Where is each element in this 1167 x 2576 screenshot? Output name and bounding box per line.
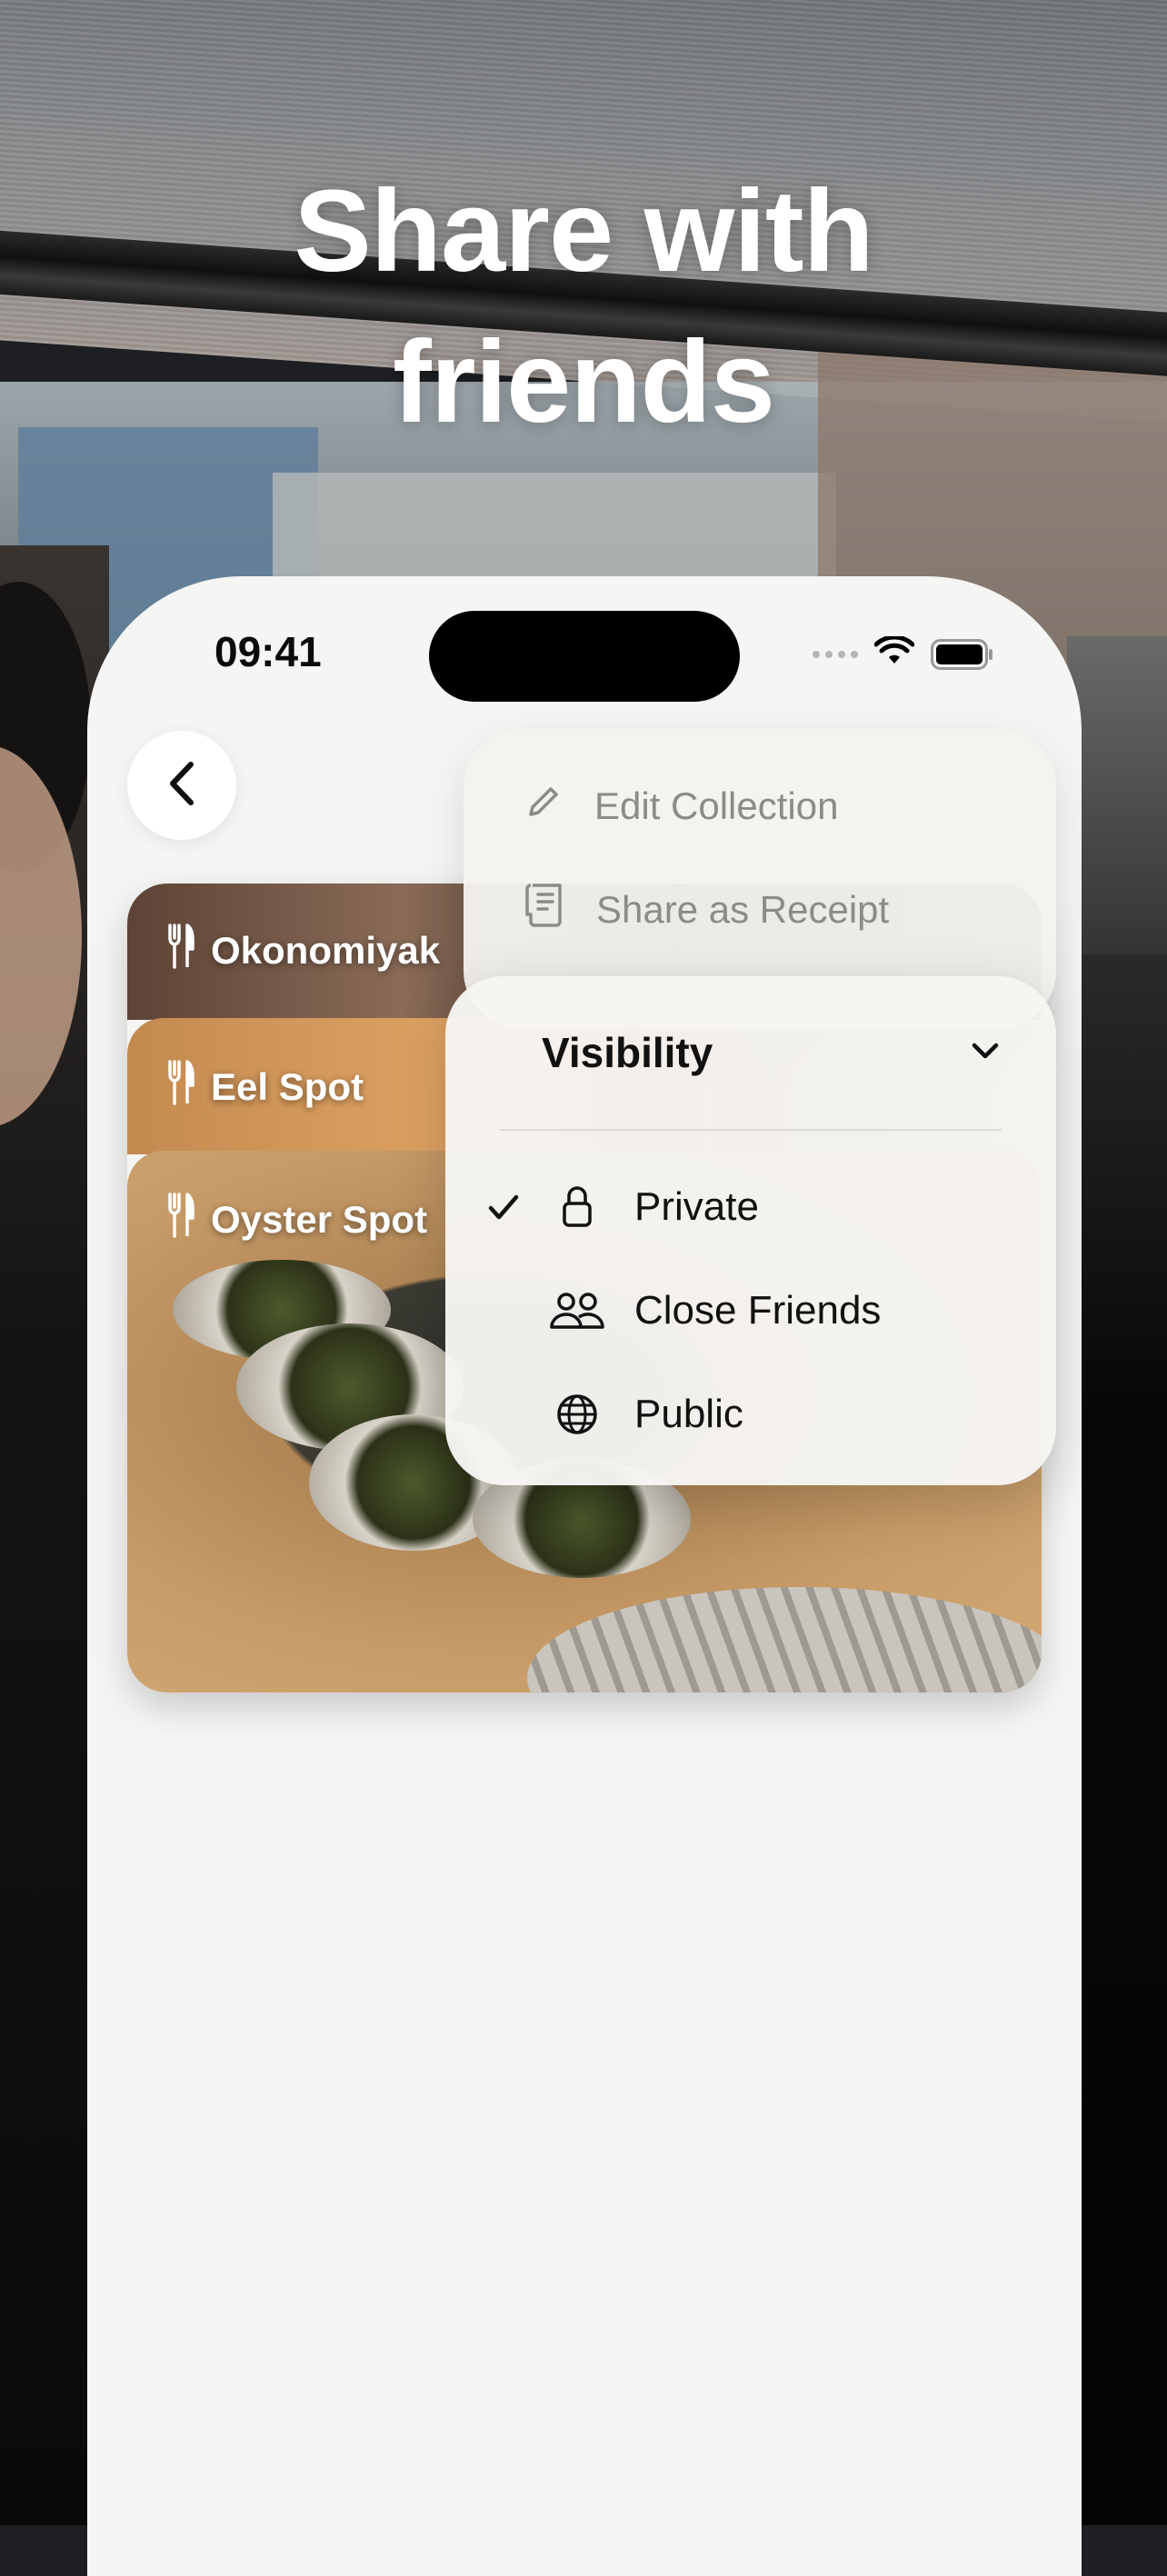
card-title-text: Okonomiyak — [211, 929, 441, 972]
back-button[interactable] — [127, 731, 236, 840]
menu-item-edit-collection[interactable]: Edit Collection — [524, 782, 838, 831]
option-label: Close Friends — [634, 1288, 882, 1333]
visibility-header[interactable]: Visibility — [445, 976, 1056, 1129]
cellular-signal-icon — [813, 650, 858, 658]
option-label: Public — [634, 1392, 743, 1436]
status-time: 09:41 — [214, 628, 322, 675]
headline: Share with friends — [0, 156, 1167, 458]
headline-line-1: Share with — [294, 166, 873, 296]
divider — [500, 1129, 1002, 1131]
option-label: Private — [634, 1184, 759, 1229]
chevron-down-icon — [969, 1040, 1002, 1066]
card-title: Okonomiyak — [167, 924, 440, 978]
visibility-option-public[interactable]: Public — [478, 1378, 743, 1451]
background-right — [1067, 636, 1167, 1000]
menu-item-label: Edit Collection — [594, 784, 839, 827]
fork-knife-icon — [167, 1193, 194, 1247]
visibility-title: Visibility — [542, 1029, 713, 1076]
plate-image — [527, 1587, 1042, 1692]
background-shadow-right — [1067, 954, 1167, 2525]
fork-knife-icon — [167, 1060, 194, 1114]
pencil-icon — [524, 782, 564, 831]
globe-icon — [545, 1393, 609, 1436]
receipt-icon — [524, 882, 565, 938]
people-icon — [545, 1291, 609, 1331]
card-title-text: Eel Spot — [211, 1065, 364, 1108]
headline-line-2: friends — [393, 317, 775, 447]
visibility-option-close-friends[interactable]: Close Friends — [478, 1274, 881, 1347]
card-title: Eel Spot — [167, 1060, 364, 1114]
checkmark-icon — [478, 1193, 529, 1221]
visibility-option-private[interactable]: Private — [478, 1171, 759, 1243]
battery-icon — [931, 638, 994, 670]
phone-screen: 09:41 Okonomiyak Eel Spot Oyster Spot Ed… — [87, 576, 1082, 2576]
card-title: Oyster Spot — [167, 1193, 427, 1247]
menu-item-share-as-receipt[interactable]: Share as Receipt — [524, 882, 889, 938]
wifi-icon — [873, 634, 915, 672]
menu-item-label: Share as Receipt — [596, 888, 890, 931]
fork-knife-icon — [167, 924, 194, 978]
chevron-left-icon — [162, 759, 202, 813]
lock-icon — [545, 1185, 609, 1229]
status-icons — [813, 634, 994, 672]
visibility-submenu: Visibility Private Close Friends Public — [445, 976, 1056, 1485]
dynamic-island — [429, 611, 740, 702]
card-title-text: Oyster Spot — [211, 1198, 428, 1241]
